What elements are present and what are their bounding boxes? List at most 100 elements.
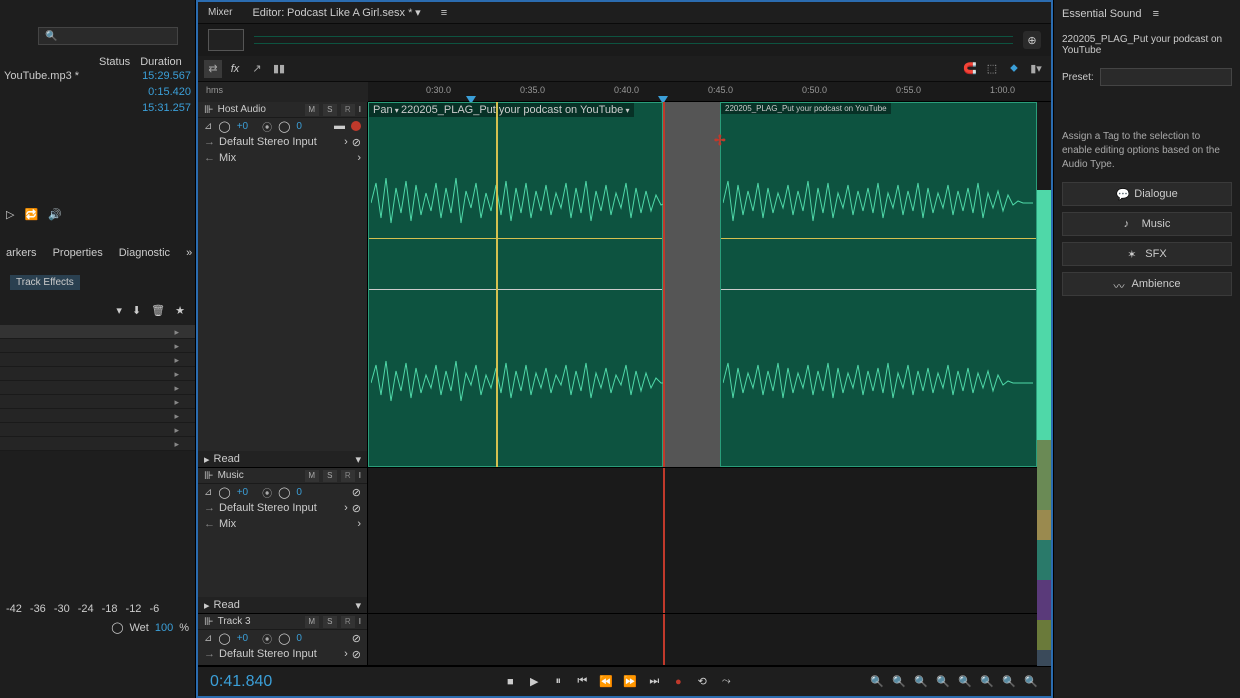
mute-button[interactable]: M bbox=[305, 104, 319, 116]
chevron-right-icon[interactable]: ▸ bbox=[204, 453, 210, 466]
ripple-icon[interactable]: ⬥ bbox=[1005, 60, 1023, 78]
effect-slot[interactable]: ▸ bbox=[0, 395, 195, 409]
input-select[interactable]: Default Stereo Input bbox=[219, 502, 317, 514]
arm-record-button[interactable]: R bbox=[341, 104, 355, 116]
file-row[interactable]: 0:15.420 bbox=[0, 84, 195, 100]
sends-icon[interactable]: ↗ bbox=[248, 60, 266, 78]
duration-header[interactable]: Duration bbox=[140, 56, 182, 68]
chevron-right-icon[interactable]: › bbox=[344, 648, 348, 660]
solo-button[interactable]: S bbox=[323, 104, 337, 116]
track-effects-tab[interactable]: Track Effects bbox=[10, 275, 80, 290]
selection-edge[interactable] bbox=[663, 468, 665, 613]
wet-knob-icon[interactable]: ◯ bbox=[111, 621, 123, 634]
output-select[interactable]: Mix bbox=[219, 518, 236, 530]
phase-icon[interactable]: ⊘ bbox=[352, 136, 361, 149]
pan-knob-icon[interactable]: ◯ bbox=[278, 120, 290, 133]
wet-value[interactable]: 100 bbox=[155, 622, 173, 634]
audio-clip[interactable]: Pan ▾ 220205_PLAG_Put your podcast on Yo… bbox=[368, 102, 663, 467]
color-segment[interactable] bbox=[1037, 510, 1051, 540]
pan-value[interactable]: 0 bbox=[296, 633, 302, 644]
panel-menu-icon[interactable]: ≡ bbox=[1153, 8, 1159, 20]
diagnostic-tab[interactable]: Diagnostic bbox=[119, 247, 170, 259]
properties-tab[interactable]: Properties bbox=[53, 247, 103, 259]
effect-slot[interactable]: ▸ bbox=[0, 325, 195, 339]
track-lane[interactable]: Pan ▾ 220205_PLAG_Put your podcast on Yo… bbox=[368, 102, 1051, 467]
chevron-down-icon[interactable]: ▾ bbox=[116, 304, 122, 317]
zoom-in-button[interactable]: 🔍 bbox=[869, 674, 885, 690]
track-lane[interactable] bbox=[368, 614, 1051, 665]
chevron-down-icon[interactable]: ▾ bbox=[355, 599, 361, 612]
effect-slot[interactable]: ▸ bbox=[0, 367, 195, 381]
effect-slot[interactable]: ▸ bbox=[0, 423, 195, 437]
go-to-start-button[interactable]: ⏮ bbox=[574, 674, 590, 690]
preset-select[interactable] bbox=[1100, 68, 1232, 86]
markers-tab[interactable]: arkers bbox=[6, 247, 37, 259]
chevron-down-icon[interactable]: ▾ bbox=[355, 453, 361, 466]
zoom-in-amp-button[interactable]: 🔍 bbox=[1001, 674, 1017, 690]
pan-knob-icon[interactable]: ◯ bbox=[278, 486, 290, 499]
volume-value[interactable]: +0 bbox=[237, 633, 248, 644]
sfx-button[interactable]: ✶ SFX bbox=[1062, 242, 1232, 266]
group-icon[interactable]: ⬚ bbox=[983, 60, 1001, 78]
search-input[interactable]: 🔍 bbox=[38, 27, 178, 45]
zoom-selection-button[interactable]: 🔍 bbox=[979, 674, 995, 690]
output-select[interactable]: Mix bbox=[219, 152, 236, 164]
monitor-icon[interactable]: I bbox=[359, 471, 361, 480]
color-segment[interactable] bbox=[1037, 440, 1051, 510]
effect-slot[interactable]: ▸ bbox=[0, 381, 195, 395]
record-button[interactable]: ● bbox=[670, 674, 686, 690]
playhead[interactable] bbox=[496, 102, 498, 467]
effect-slot[interactable]: ▸ bbox=[0, 409, 195, 423]
solo-button[interactable]: S bbox=[323, 616, 337, 628]
chevron-right-icon[interactable]: ▸ bbox=[204, 599, 210, 612]
input-select[interactable]: Default Stereo Input bbox=[219, 648, 317, 660]
phase-icon[interactable]: ⊘ bbox=[352, 632, 361, 645]
mixer-tab[interactable]: Mixer bbox=[208, 7, 232, 18]
selection-edge[interactable] bbox=[663, 102, 665, 467]
phase-icon[interactable]: ⊘ bbox=[352, 648, 361, 661]
speaker-icon[interactable]: 🔊 bbox=[48, 208, 62, 221]
download-icon[interactable]: ⬇ bbox=[132, 304, 141, 317]
stop-button[interactable]: ■ bbox=[502, 674, 518, 690]
play-preview-icon[interactable]: ▷ bbox=[6, 208, 14, 221]
edit-cursor-icon[interactable]: ✢ bbox=[714, 132, 726, 149]
trash-icon[interactable]: 🗑 bbox=[151, 304, 165, 317]
fx-icon[interactable]: fx bbox=[226, 60, 244, 78]
volume-knob-icon[interactable]: ◯ bbox=[218, 632, 230, 645]
track-lane[interactable] bbox=[368, 468, 1051, 613]
zoom-fit-icon[interactable]: ⊕ bbox=[1023, 31, 1041, 49]
overview-strip[interactable]: ⊕ bbox=[198, 24, 1051, 56]
chevron-right-icon[interactable]: › bbox=[344, 502, 348, 514]
mute-button[interactable]: M bbox=[305, 616, 319, 628]
zoom-out-button[interactable]: 🔍 bbox=[891, 674, 907, 690]
color-segment[interactable] bbox=[1037, 620, 1051, 650]
editor-tab[interactable]: Editor: Podcast Like A Girl.sesx * ▾ bbox=[252, 6, 420, 19]
skip-selection-button[interactable]: ⤳ bbox=[718, 674, 734, 690]
monitor-icon[interactable]: I bbox=[359, 105, 361, 114]
pause-button[interactable]: ⏸ bbox=[550, 674, 566, 690]
music-button[interactable]: ♪ Music bbox=[1062, 212, 1232, 236]
color-segment[interactable] bbox=[1037, 540, 1051, 580]
ambience-button[interactable]: 〰 Ambience bbox=[1062, 272, 1232, 296]
zoom-in-time-button[interactable]: 🔍 bbox=[913, 674, 929, 690]
audio-clip[interactable]: 220205_PLAG_Put your podcast on YouTube bbox=[720, 102, 1037, 467]
overview-track[interactable] bbox=[254, 36, 1013, 44]
forward-button[interactable]: ⏩ bbox=[622, 674, 638, 690]
effect-slot[interactable]: ▸ bbox=[0, 339, 195, 353]
overview-viewport[interactable] bbox=[208, 29, 244, 51]
loop-icon[interactable]: 🔁 bbox=[24, 208, 38, 221]
loop-button[interactable]: ⟲ bbox=[694, 674, 710, 690]
arm-record-button[interactable]: R bbox=[341, 616, 355, 628]
more-tabs-icon[interactable]: » bbox=[186, 247, 192, 259]
automation-mode-select[interactable]: Read bbox=[214, 599, 356, 611]
monitor-icon[interactable]: I bbox=[359, 617, 361, 626]
rewind-button[interactable]: ⏪ bbox=[598, 674, 614, 690]
chevron-down-icon[interactable]: ▾ bbox=[415, 7, 421, 19]
file-row[interactable]: YouTube.mp3 * 15:29.567 bbox=[0, 68, 195, 84]
ruler-unit[interactable]: hms bbox=[206, 85, 223, 95]
zoom-out-amp-button[interactable]: 🔍 bbox=[1023, 674, 1039, 690]
phase-icon[interactable]: ⊘ bbox=[352, 486, 361, 499]
track-name[interactable]: Host Audio bbox=[218, 104, 301, 115]
volume-knob-icon[interactable]: ◯ bbox=[218, 120, 230, 133]
color-segment[interactable] bbox=[1037, 190, 1051, 440]
